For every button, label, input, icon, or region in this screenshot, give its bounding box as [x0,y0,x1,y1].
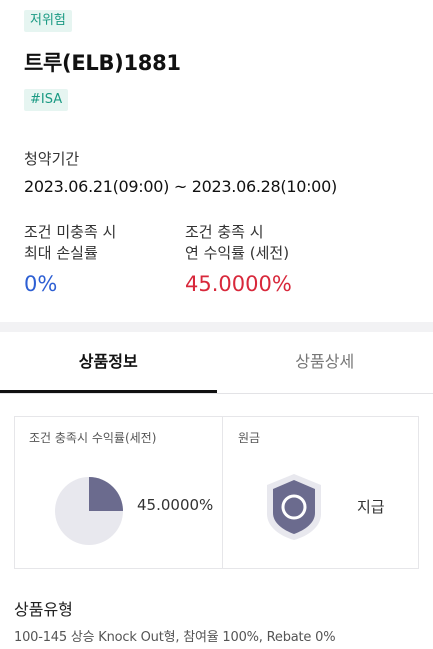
max-loss-value: 0% [24,272,58,296]
annual-return-block: 조건 충족 시 연 수익률 (세전) 45.0000% [185,222,292,296]
subscription-period-label: 청약기간 [24,150,80,168]
principal-card-value: 지급 [357,498,385,516]
return-pie-icon [55,477,123,545]
risk-badge: 저위험 [24,10,72,32]
annual-return-label-line1: 조건 충족 시 [185,223,264,241]
summary-cards: 조건 충족시 수익률(세전) 45.0000% 원금 지급 [14,416,419,569]
detail-tabs: 상품정보 상품상세 [0,332,433,394]
shield-icon [267,474,321,540]
principal-card-title: 원금 [238,431,261,445]
max-loss-label-line2: 최대 손실률 [24,244,98,262]
tab-product-detail[interactable]: 상품상세 [217,332,433,393]
product-type-label: 상품유형 [14,600,73,619]
max-loss-label-line1: 조건 미충족 시 [24,223,117,241]
return-card-value: 45.0000% [137,496,214,514]
tab-product-info[interactable]: 상품정보 [0,332,217,393]
annual-return-value: 45.0000% [185,272,292,296]
product-type-value: 100-145 상승 Knock Out형, 참여율 100%, Rebate … [14,630,336,645]
annual-return-label-line2: 연 수익률 (세전) [185,244,290,262]
section-divider [0,322,433,332]
product-header: 저위험 트루(ELB)1881 #ISA 청약기간 2023.06.21(09:… [0,0,433,322]
return-card: 조건 충족시 수익률(세전) 45.0000% [15,417,223,568]
subscription-period-value: 2023.06.21(09:00) ~ 2023.06.28(10:00) [24,177,337,196]
isa-tag-badge: #ISA [24,89,69,111]
max-loss-block: 조건 미충족 시 최대 손실률 0% [24,222,116,296]
return-card-title: 조건 충족시 수익률(세전) [29,431,157,445]
principal-card: 원금 지급 [223,417,418,568]
product-name: 트루(ELB)1881 [24,51,181,75]
